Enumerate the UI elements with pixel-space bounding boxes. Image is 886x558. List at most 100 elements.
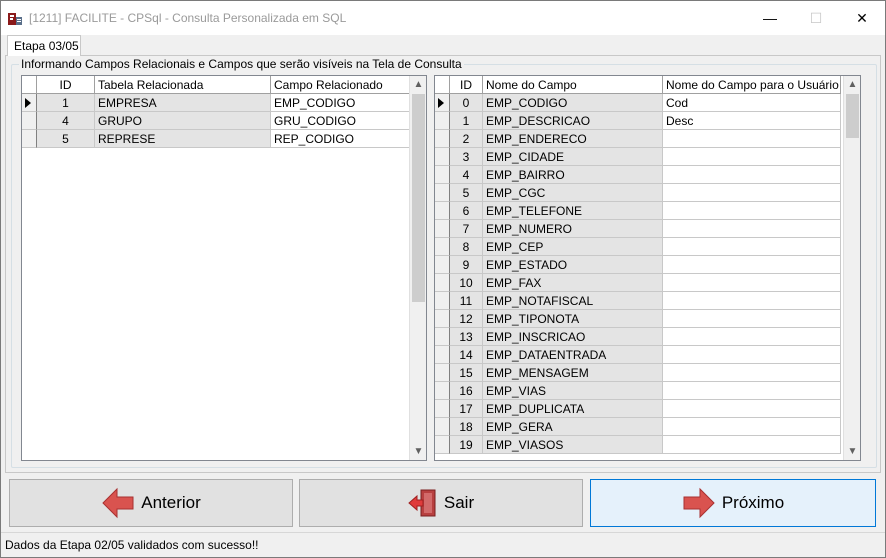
cell-id[interactable]: 2	[450, 130, 483, 148]
column-header-nome-usuario[interactable]: Nome do Campo para o Usuário	[663, 76, 841, 94]
row-indicator[interactable]	[22, 112, 37, 130]
cell-nome-usuario[interactable]	[663, 400, 841, 418]
tab-etapa-03[interactable]: Etapa 03/05	[7, 35, 81, 56]
table-row[interactable]: 17 EMP_DUPLICATA	[435, 400, 843, 418]
table-row[interactable]: 19 EMP_VIASOS	[435, 436, 843, 454]
row-indicator[interactable]	[435, 310, 450, 328]
cell-nome-usuario[interactable]	[663, 148, 841, 166]
cell-nome-campo[interactable]: EMP_CODIGO	[483, 94, 663, 112]
cell-id[interactable]: 5	[37, 130, 95, 148]
scroll-down-icon[interactable]: ▼	[844, 443, 860, 460]
cell-nome-usuario[interactable]	[663, 220, 841, 238]
cell-nome-campo[interactable]: EMP_DESCRICAO	[483, 112, 663, 130]
cell-id[interactable]: 5	[450, 184, 483, 202]
cell-nome-campo[interactable]: EMP_VIAS	[483, 382, 663, 400]
row-indicator[interactable]	[435, 238, 450, 256]
scroll-thumb[interactable]	[846, 94, 859, 138]
table-row[interactable]: 9 EMP_ESTADO	[435, 256, 843, 274]
title-bar[interactable]: [1211] FACILITE - CPSql - Consulta Perso…	[1, 1, 885, 35]
cell-nome-usuario[interactable]	[663, 256, 841, 274]
cell-nome-usuario[interactable]	[663, 130, 841, 148]
proximo-button[interactable]: Próximo	[590, 479, 876, 527]
cell-nome-campo[interactable]: EMP_CEP	[483, 238, 663, 256]
table-row[interactable]: 14 EMP_DATAENTRADA	[435, 346, 843, 364]
table-row[interactable]: 15 EMP_MENSAGEM	[435, 364, 843, 382]
table-row[interactable]: 5 EMP_CGC	[435, 184, 843, 202]
cell-id[interactable]: 18	[450, 418, 483, 436]
row-indicator[interactable]	[435, 436, 450, 454]
cell-nome-usuario[interactable]	[663, 436, 841, 454]
row-indicator[interactable]	[22, 130, 37, 148]
cell-tabela[interactable]: GRUPO	[95, 112, 271, 130]
row-indicator[interactable]	[435, 346, 450, 364]
row-indicator[interactable]	[435, 292, 450, 310]
cell-campo[interactable]: EMP_CODIGO	[271, 94, 426, 112]
row-indicator[interactable]	[435, 256, 450, 274]
cell-nome-campo[interactable]: EMP_ESTADO	[483, 256, 663, 274]
column-header-nome-campo[interactable]: Nome do Campo	[483, 76, 663, 94]
row-indicator[interactable]	[435, 94, 450, 112]
cell-nome-campo[interactable]: EMP_CIDADE	[483, 148, 663, 166]
table-row[interactable]: 18 EMP_GERA	[435, 418, 843, 436]
left-grid-scrollbar[interactable]: ▲ ▼	[409, 76, 426, 460]
cell-nome-usuario[interactable]	[663, 166, 841, 184]
cell-id[interactable]: 12	[450, 310, 483, 328]
cell-nome-usuario[interactable]	[663, 292, 841, 310]
cell-nome-usuario[interactable]	[663, 310, 841, 328]
table-row[interactable]: 13 EMP_INSCRICAO	[435, 328, 843, 346]
cell-nome-usuario[interactable]	[663, 364, 841, 382]
column-header-campo[interactable]: Campo Relacionado	[271, 76, 426, 94]
scroll-up-icon[interactable]: ▲	[844, 76, 860, 93]
anterior-button[interactable]: Anterior	[9, 479, 293, 527]
cell-id[interactable]: 8	[450, 238, 483, 256]
right-grid-scrollbar[interactable]: ▲ ▼	[843, 76, 860, 460]
cell-nome-campo[interactable]: EMP_TELEFONE	[483, 202, 663, 220]
cell-nome-usuario[interactable]	[663, 202, 841, 220]
scroll-thumb[interactable]	[412, 94, 425, 302]
cell-nome-campo[interactable]: EMP_VIASOS	[483, 436, 663, 454]
cell-nome-usuario[interactable]	[663, 418, 841, 436]
cell-id[interactable]: 1	[37, 94, 95, 112]
table-row[interactable]: 2 EMP_ENDERECO	[435, 130, 843, 148]
cell-nome-usuario[interactable]	[663, 274, 841, 292]
table-row[interactable]: 11 EMP_NOTAFISCAL	[435, 292, 843, 310]
cell-id[interactable]: 6	[450, 202, 483, 220]
cell-nome-usuario[interactable]	[663, 382, 841, 400]
cell-id[interactable]: 9	[450, 256, 483, 274]
cell-nome-campo[interactable]: EMP_NUMERO	[483, 220, 663, 238]
table-row[interactable]: 7 EMP_NUMERO	[435, 220, 843, 238]
close-button[interactable]: ✕	[839, 1, 885, 35]
cell-nome-campo[interactable]: EMP_DATAENTRADA	[483, 346, 663, 364]
cell-nome-campo[interactable]: EMP_NOTAFISCAL	[483, 292, 663, 310]
sair-button[interactable]: Sair	[299, 479, 583, 527]
table-row[interactable]: 4 EMP_BAIRRO	[435, 166, 843, 184]
row-indicator[interactable]	[435, 400, 450, 418]
row-indicator[interactable]	[435, 202, 450, 220]
cell-campo[interactable]: GRU_CODIGO	[271, 112, 426, 130]
cell-tabela[interactable]: REPRESE	[95, 130, 271, 148]
table-row[interactable]: 10 EMP_FAX	[435, 274, 843, 292]
cell-id[interactable]: 10	[450, 274, 483, 292]
cell-nome-usuario[interactable]: Cod	[663, 94, 841, 112]
scroll-up-icon[interactable]: ▲	[410, 76, 426, 93]
row-indicator[interactable]	[435, 184, 450, 202]
minimize-button[interactable]: —	[747, 1, 793, 35]
table-row[interactable]: 8 EMP_CEP	[435, 238, 843, 256]
cell-nome-campo[interactable]: EMP_DUPLICATA	[483, 400, 663, 418]
cell-id[interactable]: 1	[450, 112, 483, 130]
row-indicator[interactable]	[435, 418, 450, 436]
cell-nome-campo[interactable]: EMP_GERA	[483, 418, 663, 436]
cell-id[interactable]: 0	[450, 94, 483, 112]
table-row[interactable]: 4 GRUPO GRU_CODIGO	[22, 112, 426, 130]
table-row[interactable]: 6 EMP_TELEFONE	[435, 202, 843, 220]
cell-nome-campo[interactable]: EMP_MENSAGEM	[483, 364, 663, 382]
cell-id[interactable]: 3	[450, 148, 483, 166]
row-indicator[interactable]	[435, 220, 450, 238]
cell-nome-usuario[interactable]	[663, 238, 841, 256]
cell-nome-campo[interactable]: EMP_BAIRRO	[483, 166, 663, 184]
cell-id[interactable]: 4	[450, 166, 483, 184]
column-header-id[interactable]: ID	[450, 76, 483, 94]
cell-nome-campo[interactable]: EMP_INSCRICAO	[483, 328, 663, 346]
table-row[interactable]: 1 EMPRESA EMP_CODIGO	[22, 94, 426, 112]
fields-grid[interactable]: ID Nome do Campo Nome do Campo para o Us…	[434, 75, 861, 461]
